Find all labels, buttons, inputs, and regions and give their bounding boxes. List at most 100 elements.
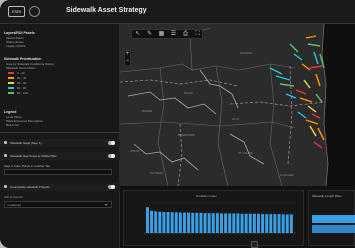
sidewalk-segment[interactable] [311, 113, 321, 119]
chart-bar[interactable] [191, 212, 195, 233]
condition-chart-panel: Condition Index [123, 190, 304, 246]
sidewalk-segment[interactable] [309, 65, 323, 69]
zoom-in-button[interactable]: + [125, 51, 130, 58]
chart-bar[interactable] [158, 211, 162, 233]
bullet-icon [4, 154, 7, 157]
print-icon[interactable]: ⎙ [182, 31, 189, 38]
chart-bar[interactable] [228, 213, 232, 234]
chart-bar[interactable] [166, 212, 170, 233]
chart-bar[interactable] [195, 212, 199, 233]
map-view[interactable]: BAKER DUVAL CLAY ST JOHNS BRADFORD PUTNA… [120, 24, 355, 186]
toggle-switch[interactable] [108, 154, 115, 158]
chart-bar[interactable] [285, 214, 289, 233]
layer-item[interactable]: Sidewalk Score Metric [6, 66, 36, 70]
sidewalk-segment[interactable] [303, 79, 311, 89]
sidewalk-segment[interactable] [313, 141, 323, 149]
sidewalk-segment[interactable] [289, 43, 299, 53]
chart-bar[interactable] [240, 213, 244, 233]
chart-bar[interactable] [236, 213, 240, 234]
chart-bar[interactable] [220, 213, 223, 234]
sidewalk-segment[interactable] [317, 127, 325, 141]
sidewalk-segment[interactable] [307, 43, 321, 47]
chart-bar[interactable] [289, 214, 293, 233]
sidewalk-segment[interactable] [307, 105, 317, 113]
section-heading-layers: Layers/ROI Panels [4, 31, 35, 35]
legend-label: 20 - 40 [17, 76, 27, 80]
legend-swatch-0 [8, 72, 14, 74]
map-toolbar: ↖ ✎ ▦ ☰ ⎙ ⛶ [131, 29, 203, 39]
chart-bar[interactable] [273, 214, 277, 233]
chart-bar[interactable] [277, 214, 281, 233]
grid-icon[interactable]: ▦ [158, 31, 165, 38]
map-label: ST JOHNS [238, 151, 253, 155]
chart-bar[interactable] [224, 213, 228, 234]
planned-select[interactable]: In planned ▾ [4, 201, 112, 208]
chart-bar[interactable] [211, 213, 215, 233]
legend-swatch-4 [8, 92, 14, 94]
map-canvas[interactable]: BAKER DUVAL CLAY ST JOHNS BRADFORD PUTNA… [120, 24, 355, 186]
chart-bar[interactable] [146, 207, 149, 233]
toggle-row[interactable]: Sidewalk Gap Score & Visible Plan [0, 152, 120, 160]
filter-input[interactable] [4, 169, 112, 175]
fullscreen-icon[interactable]: ⛶ [194, 31, 201, 38]
chart-bar[interactable] [252, 213, 256, 233]
chart-bar[interactable] [232, 213, 236, 234]
pencil-icon[interactable]: ✎ [146, 31, 153, 38]
legend-label: 40 - 60 [17, 81, 27, 85]
sidewalk-segment[interactable] [279, 83, 295, 87]
sidewalk-segment[interactable] [315, 73, 321, 87]
chart-bar[interactable] [187, 212, 191, 233]
sidewalk-segment[interactable] [305, 119, 319, 125]
bar-chart [144, 202, 296, 234]
layer-item[interactable]: Rail Lines [6, 123, 19, 127]
chart-bar[interactable] [162, 212, 166, 233]
sidewalk-segment[interactable] [293, 53, 303, 61]
toggle-switch[interactable] [108, 185, 115, 189]
road-network [127, 69, 265, 171]
chart-bar[interactable] [203, 213, 207, 233]
chart-bar[interactable] [281, 214, 285, 233]
legend-label: 60 - 80 [17, 86, 27, 90]
chart-bar[interactable] [150, 210, 154, 233]
sidewalk-segment[interactable] [301, 63, 311, 71]
map-label: PUTNAM [150, 171, 163, 175]
chart-bar[interactable] [261, 214, 265, 233]
legend-swatch-3 [8, 87, 14, 89]
layers-icon[interactable]: ☰ [170, 31, 177, 38]
toggle-row[interactable]: Sidewalk Gaps (Step 1) [0, 139, 120, 147]
toggle-row[interactable]: Countywide sidewalk Projects [0, 183, 120, 191]
layer-item[interactable]: Legacy ROWs [6, 44, 25, 48]
side-panel-title: Sidewalk Length Miles [312, 194, 342, 198]
map-label: FLAGLER [280, 173, 295, 177]
chart-bar[interactable] [207, 213, 211, 233]
sidewalk-segment[interactable] [295, 89, 307, 95]
panel-resize-handle[interactable] [251, 241, 258, 248]
chart-bar[interactable] [265, 214, 269, 233]
chart-bar[interactable] [183, 212, 186, 233]
chart-bar[interactable] [199, 212, 203, 233]
toggle-switch[interactable] [108, 141, 115, 145]
chart-bar[interactable] [244, 213, 248, 233]
chart-bar[interactable] [178, 212, 182, 233]
sidewalk-segment[interactable] [297, 111, 307, 119]
length-bar [312, 215, 355, 223]
zoom-out-button[interactable]: − [125, 58, 130, 65]
chart-bar[interactable] [215, 213, 219, 233]
legend-label: 0 - 20 [17, 71, 25, 75]
chart-bar[interactable] [170, 212, 174, 233]
chart-bar[interactable] [248, 213, 252, 233]
option-label[interactable]: CIP & Council [4, 195, 23, 199]
sidewalk-segment[interactable] [315, 93, 323, 103]
chart-bar[interactable] [174, 212, 178, 233]
chart-bar[interactable] [257, 213, 260, 233]
sidewalk-segment[interactable] [299, 97, 313, 103]
cursor-tool-icon[interactable]: ↖ [134, 31, 141, 38]
chart-bar[interactable] [154, 211, 158, 233]
sidewalk-segment[interactable] [309, 125, 317, 137]
chart-bar[interactable] [269, 214, 273, 233]
sidewalk-segment[interactable] [313, 51, 319, 65]
sidewalk-segment[interactable] [269, 67, 283, 75]
sidewalk-segment[interactable] [305, 35, 317, 39]
sidewalk-segment[interactable] [275, 75, 291, 81]
bullet-icon [4, 185, 7, 188]
